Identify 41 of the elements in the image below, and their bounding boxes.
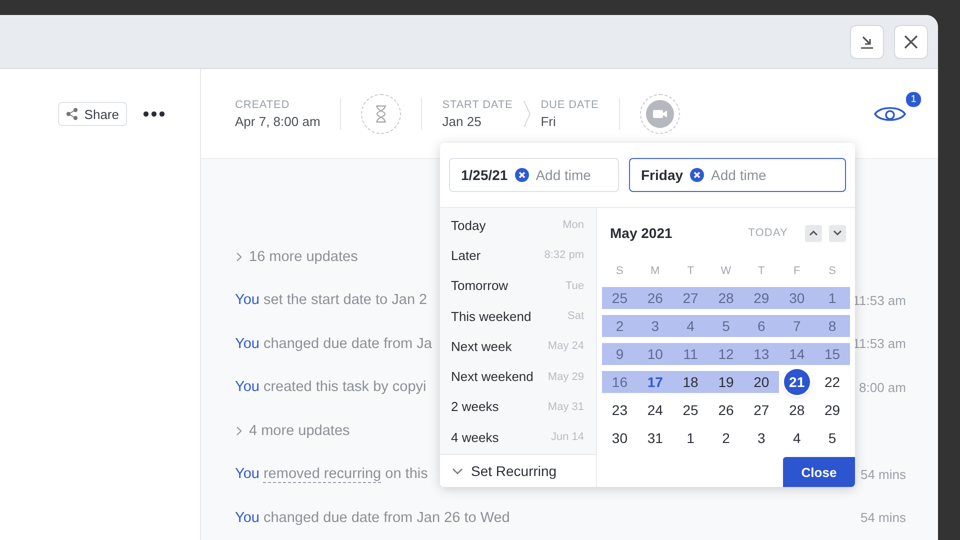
shortcut-date: Sat	[567, 310, 584, 322]
month-title: May 2021	[610, 225, 672, 241]
shortcut-label: Next weekend	[451, 369, 534, 384]
weekday-label: W	[720, 264, 732, 279]
shortcut-label: Next week	[451, 338, 512, 354]
watcher-count-badge: 1	[905, 90, 922, 108]
activity-text: You set the start date to Jan 2	[235, 292, 428, 308]
date-value: 1/25/21	[461, 167, 508, 183]
activity-time: 54 mins	[860, 466, 906, 482]
weekday-label: S	[828, 264, 837, 279]
weekday-label: F	[792, 264, 802, 279]
shortcut-label: This weekend	[451, 308, 532, 324]
weekday-label: S	[615, 264, 624, 279]
activity-time: 11:53 am	[852, 292, 906, 308]
activity-time: 54 mins	[860, 510, 906, 526]
weekday-label: T	[757, 264, 766, 279]
more-updates-text: 4 more updates	[249, 422, 350, 439]
shortcut-date: May 29	[548, 370, 584, 383]
created-label: CREATED	[235, 98, 291, 110]
activity-text: You changed due date from Jan 26 to Wed	[235, 510, 510, 526]
weekday-label: M	[650, 264, 661, 279]
created-value: Apr 7, 8:00 am	[235, 114, 320, 128]
activity-time: 11:53 am	[852, 336, 906, 352]
shortcut-label: 2 weeks	[451, 399, 499, 414]
shortcut-label: Tomorrow	[451, 278, 508, 294]
shortcut-date: May 31	[548, 400, 584, 413]
shortcut-date: May 24	[548, 340, 584, 352]
weekday-label: T	[686, 264, 695, 279]
shortcut-date: Mon	[562, 219, 584, 232]
shortcut-date: Jun 14	[550, 431, 584, 444]
more-updates-text: 16 more updates	[249, 248, 358, 265]
date-value: Friday	[641, 167, 684, 183]
activity-time: 8:00 am	[859, 380, 906, 395]
activity-text: You removed recurring on this	[235, 466, 428, 482]
shortcut-label: 4 weeks	[451, 430, 499, 445]
activity-text: You changed due date from Ja	[235, 336, 432, 352]
shortcut-label: Today	[451, 218, 486, 233]
shortcut-date: Tue	[565, 280, 584, 292]
activity-text: You created this task by copyi	[235, 379, 426, 396]
shortcut-label: Later	[451, 248, 481, 263]
shortcut-date: 8:32 pm	[544, 249, 584, 262]
